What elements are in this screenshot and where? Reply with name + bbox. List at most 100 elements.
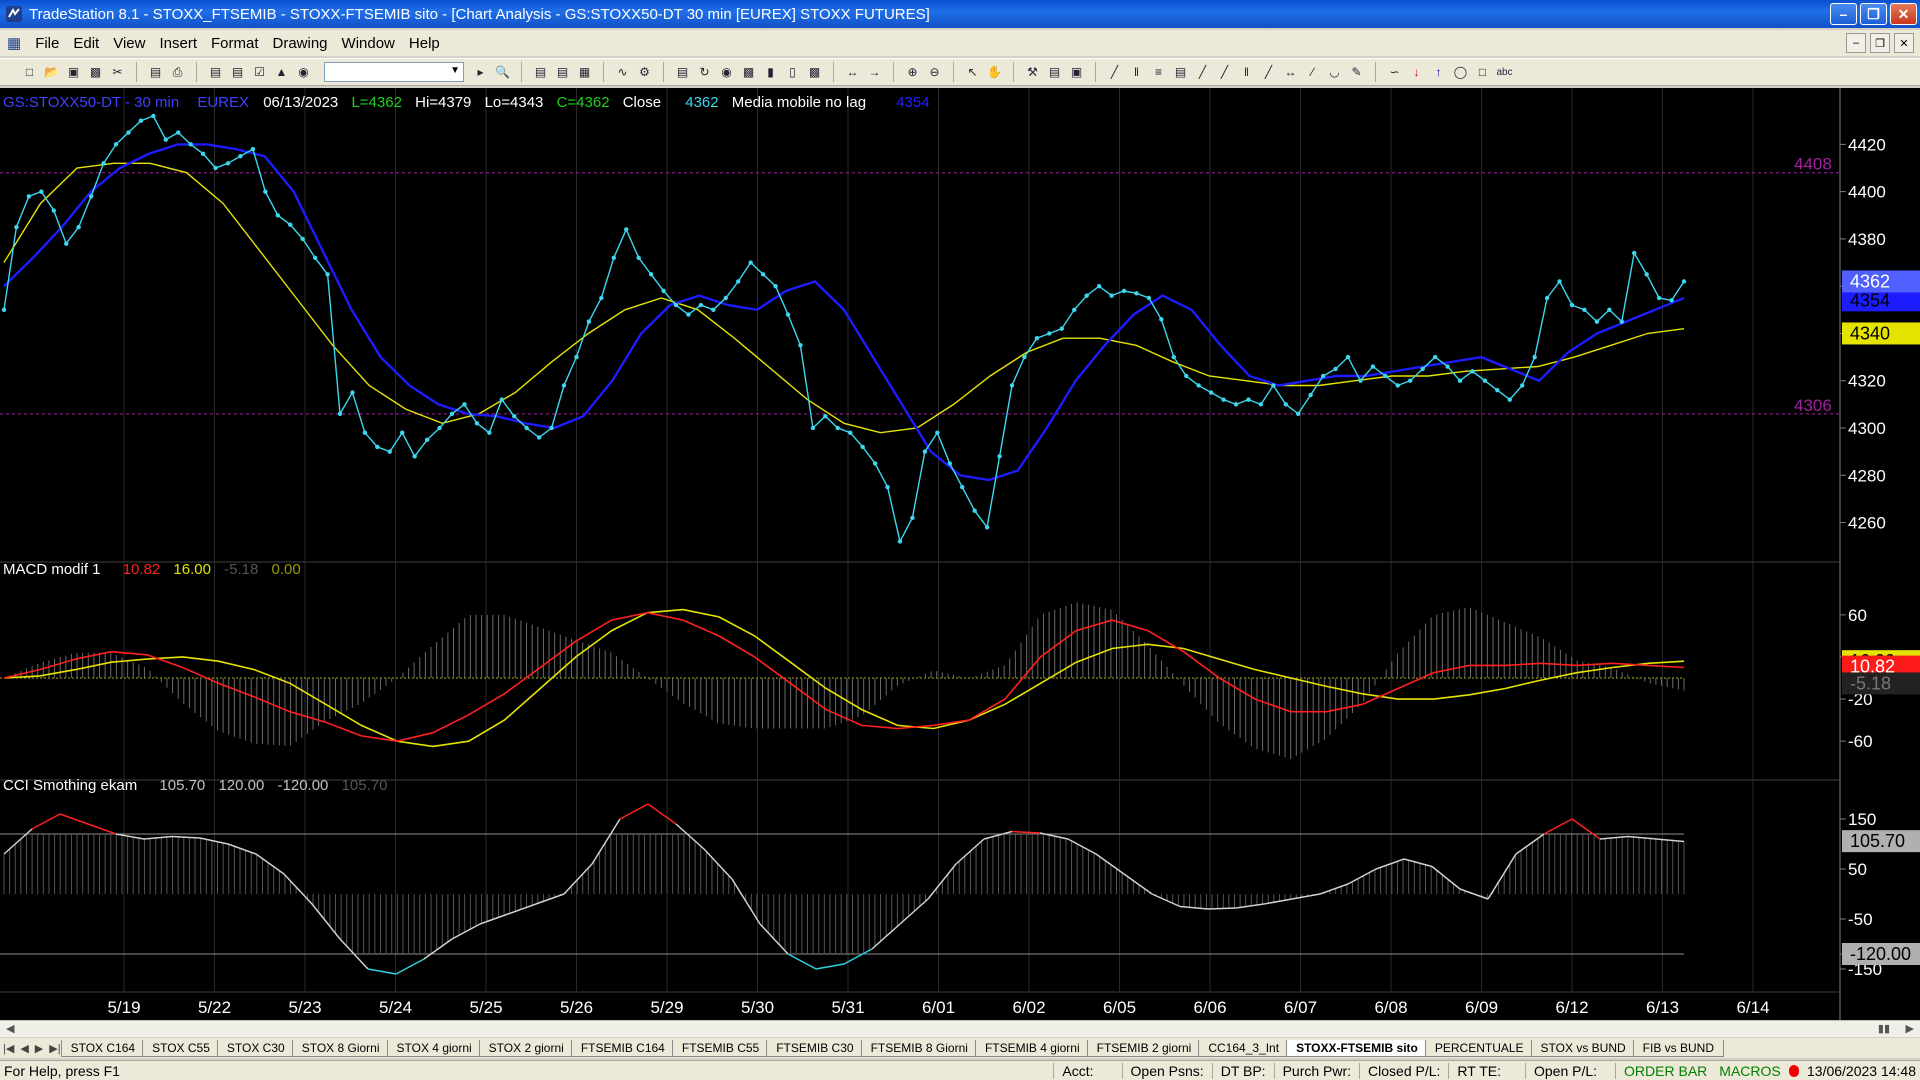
bar-chart-icon[interactable]: ▤ bbox=[531, 63, 550, 81]
refresh-icon[interactable]: ↻ bbox=[695, 63, 714, 81]
menu-insert[interactable]: Insert bbox=[152, 35, 204, 52]
andrews-icon[interactable]: ‖ bbox=[1237, 63, 1256, 81]
ellipse-icon[interactable]: ◯ bbox=[1451, 63, 1470, 81]
menu-drawing[interactable]: Drawing bbox=[266, 35, 335, 52]
radar-icon[interactable]: ◉ bbox=[717, 63, 736, 81]
menu-file[interactable]: File bbox=[28, 35, 66, 52]
workspace-tab[interactable]: FTSEMIB 4 giorni bbox=[974, 1039, 1090, 1057]
workspace-tab[interactable]: STOX C164 bbox=[60, 1039, 146, 1057]
zoom-out-icon[interactable]: ⊖ bbox=[925, 63, 944, 81]
parallel-icon[interactable]: ∕ bbox=[1303, 63, 1322, 81]
symbol-combo[interactable] bbox=[324, 62, 464, 82]
gann-icon[interactable]: ╱ bbox=[1215, 63, 1234, 81]
workspace-tab[interactable]: FIB vs BUND bbox=[1632, 1039, 1725, 1057]
order-bar-button[interactable]: ORDER BAR bbox=[1615, 1062, 1715, 1079]
child-close-button[interactable]: ✕ bbox=[1894, 33, 1914, 53]
menu-help[interactable]: Help bbox=[402, 35, 447, 52]
workspace-tab[interactable]: STOX 8 Giorni bbox=[291, 1039, 390, 1057]
symbol-search-icon[interactable]: 🔍 bbox=[493, 63, 512, 81]
workspace-icon[interactable]: ▩ bbox=[86, 63, 105, 81]
pointer-icon[interactable]: ↖ bbox=[963, 63, 982, 81]
compress-bars-icon[interactable]: → bbox=[865, 63, 884, 81]
bars-icon[interactable]: ▩ bbox=[739, 63, 758, 81]
close-button[interactable]: ✕ bbox=[1890, 3, 1917, 25]
print-preview-icon[interactable]: ▤ bbox=[146, 63, 165, 81]
fibonacci-icon[interactable]: ╱ bbox=[1193, 63, 1212, 81]
table-icon[interactable]: ▦ bbox=[575, 63, 594, 81]
candle-icon[interactable]: ▮ bbox=[761, 63, 780, 81]
workspace-tab[interactable]: FTSEMIB C55 bbox=[671, 1039, 770, 1057]
window-link-icon[interactable]: ▤ bbox=[228, 63, 247, 81]
chart-window-icon[interactable]: ▦ bbox=[0, 34, 28, 52]
channel-icon[interactable]: ▤ bbox=[1171, 63, 1190, 81]
window-icon[interactable]: ▤ bbox=[206, 63, 225, 81]
format-icon[interactable]: ▤ bbox=[673, 63, 692, 81]
arrow-right-icon[interactable]: ▸ bbox=[471, 63, 490, 81]
rectangle-icon[interactable]: □ bbox=[1473, 63, 1492, 81]
expand-bars-icon[interactable]: ↔ bbox=[843, 63, 862, 81]
arc-icon[interactable]: ◡ bbox=[1325, 63, 1344, 81]
menu-format[interactable]: Format bbox=[204, 35, 266, 52]
menu-view[interactable]: View bbox=[106, 35, 152, 52]
menu-window[interactable]: Window bbox=[335, 35, 402, 52]
chart-svg[interactable]: 44084306 4420440043804360434043204300428… bbox=[0, 88, 1920, 1020]
arrow-both-icon[interactable]: ↔ bbox=[1281, 63, 1300, 81]
tools-icon[interactable]: ⚒ bbox=[1023, 63, 1042, 81]
price-point bbox=[1196, 383, 1201, 388]
tab-prev-icon[interactable]: ◀ bbox=[17, 1042, 31, 1055]
workspace-tab[interactable]: STOXX-FTSEMIB sito bbox=[1286, 1039, 1428, 1057]
vertical-lines-icon[interactable]: ‖ bbox=[1127, 63, 1146, 81]
horizontal-scrollbar[interactable]: ◀ ▮▮ ▶ bbox=[0, 1020, 1920, 1037]
macros-button[interactable]: MACROS bbox=[1715, 1063, 1784, 1079]
chart-window[interactable]: 44084306 4420440043804360434043204300428… bbox=[0, 88, 1920, 1020]
workspace-tab[interactable]: FTSEMIB C30 bbox=[766, 1039, 864, 1057]
trendline-icon[interactable]: ╱ bbox=[1105, 63, 1124, 81]
workspace-tab[interactable]: PERCENTUALE bbox=[1424, 1039, 1534, 1057]
workspace-tab[interactable]: STOX 4 giorni bbox=[386, 1039, 482, 1057]
workspace-tab[interactable]: CC164_3_Int bbox=[1198, 1039, 1290, 1057]
macro-icon[interactable]: ▤ bbox=[1045, 63, 1064, 81]
speed-lines-icon[interactable]: ╱ bbox=[1259, 63, 1278, 81]
scroll-left-icon[interactable]: ◀ bbox=[6, 1022, 14, 1035]
tab-first-icon[interactable]: |◀ bbox=[0, 1042, 17, 1055]
horizontal-lines-icon[interactable]: ≡ bbox=[1149, 63, 1168, 81]
cut-icon[interactable]: ✂ bbox=[108, 63, 127, 81]
workspace-tab[interactable]: FTSEMIB 2 giorni bbox=[1086, 1039, 1202, 1057]
workspace-tab[interactable]: STOX 2 giorni bbox=[478, 1039, 574, 1057]
screen-icon[interactable]: ▣ bbox=[1067, 63, 1086, 81]
color-icon[interactable]: ◉ bbox=[294, 63, 313, 81]
save-icon[interactable]: ▣ bbox=[64, 63, 83, 81]
workspace-tab[interactable]: STOX C30 bbox=[216, 1039, 295, 1057]
pen-icon[interactable]: ✎ bbox=[1347, 63, 1366, 81]
workspace-tab[interactable]: STOX C55 bbox=[142, 1039, 220, 1057]
minimize-button[interactable]: – bbox=[1830, 3, 1857, 25]
line-icon[interactable]: ▩ bbox=[805, 63, 824, 81]
chart-icon[interactable]: ▲ bbox=[272, 63, 291, 81]
hand-icon[interactable]: ✋ bbox=[985, 63, 1004, 81]
curve-icon[interactable]: ∽ bbox=[1385, 63, 1404, 81]
arrow-up-icon[interactable]: ↑ bbox=[1429, 63, 1448, 81]
scroll-right-icon[interactable]: ▶ bbox=[1906, 1022, 1914, 1035]
strategy-icon[interactable]: ⚙ bbox=[635, 63, 654, 81]
indicator-icon[interactable]: ∿ bbox=[613, 63, 632, 81]
lock-icon[interactable]: ☑ bbox=[250, 63, 269, 81]
price-point bbox=[1457, 378, 1463, 383]
workspace-tab[interactable]: FTSEMIB 8 Giorni bbox=[860, 1039, 978, 1057]
price-point bbox=[922, 449, 928, 454]
new-icon[interactable]: □ bbox=[20, 63, 39, 81]
workspace-tab[interactable]: STOX vs BUND bbox=[1530, 1039, 1636, 1057]
child-minimize-button[interactable]: – bbox=[1846, 33, 1866, 53]
maximize-button[interactable]: ❐ bbox=[1860, 3, 1887, 25]
text-icon[interactable]: abc bbox=[1495, 63, 1514, 81]
tab-next-icon[interactable]: ▶ bbox=[32, 1042, 46, 1055]
workspace-tab[interactable]: FTSEMIB C164 bbox=[570, 1039, 675, 1057]
line-chart-icon[interactable]: ▤ bbox=[553, 63, 572, 81]
child-restore-button[interactable]: ❐ bbox=[1870, 33, 1890, 53]
scroll-thumb-icon[interactable]: ▮▮ bbox=[1878, 1022, 1890, 1035]
print-icon[interactable]: ⎙ bbox=[168, 63, 187, 81]
arrow-down-icon[interactable]: ↓ bbox=[1407, 63, 1426, 81]
menu-edit[interactable]: Edit bbox=[66, 35, 106, 52]
ohlc-icon[interactable]: ▯ bbox=[783, 63, 802, 81]
open-icon[interactable]: 📂 bbox=[42, 63, 61, 81]
zoom-in-icon[interactable]: ⊕ bbox=[903, 63, 922, 81]
